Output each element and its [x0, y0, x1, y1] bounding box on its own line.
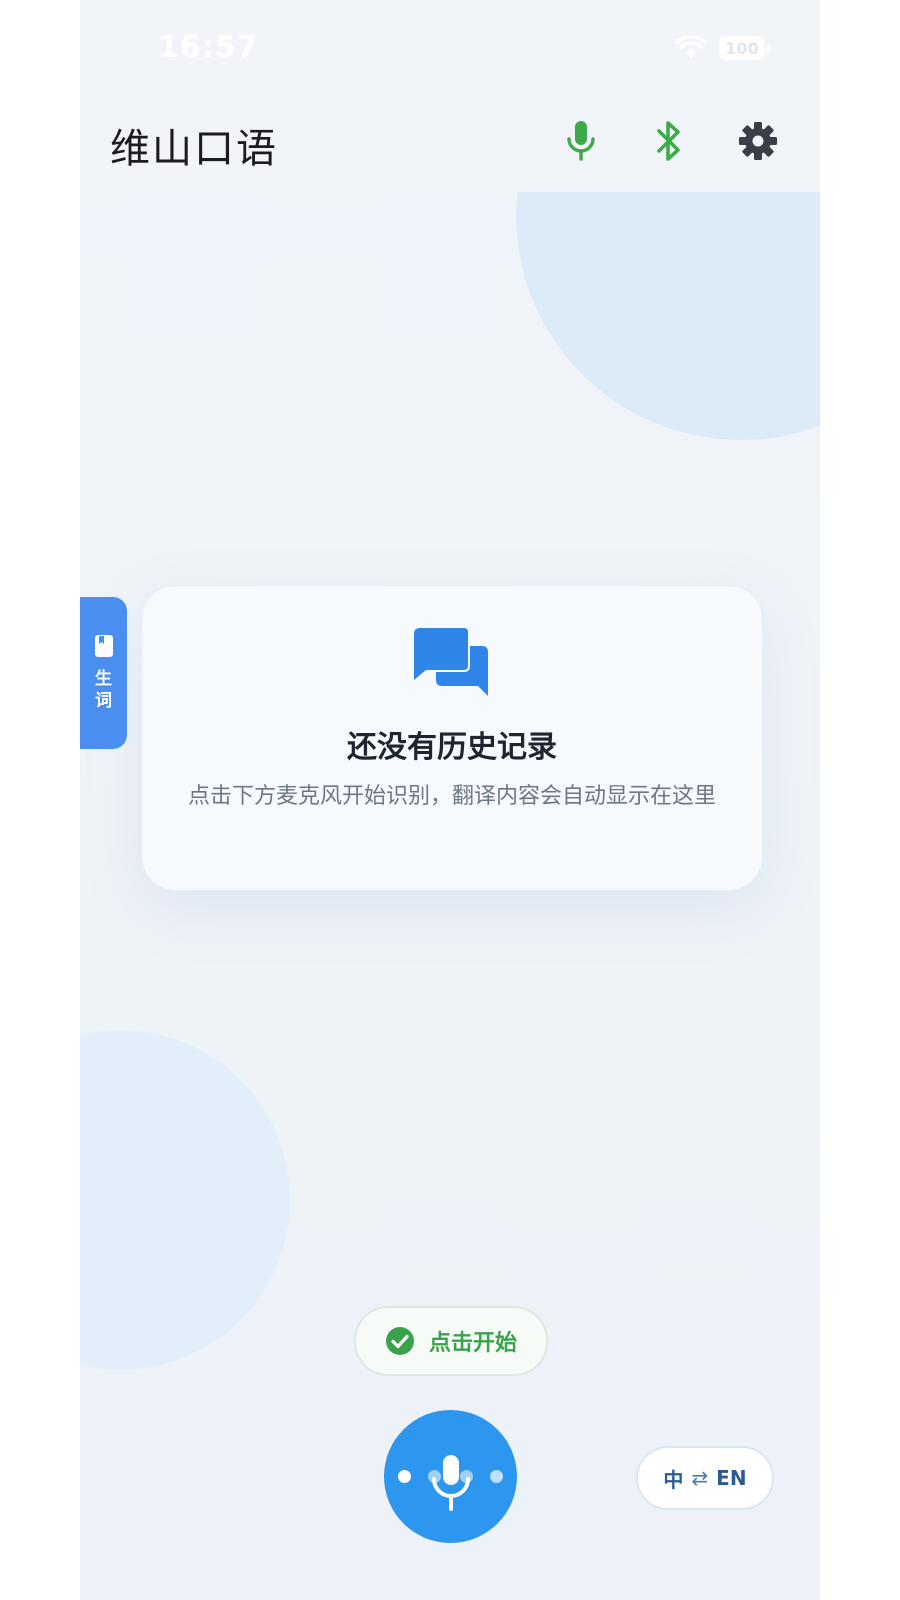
mic-icon [431, 1454, 470, 1511]
bluetooth-icon [657, 121, 680, 161]
vocabulary-tab[interactable]: 生词 [80, 597, 127, 749]
record-mic-button[interactable] [384, 1410, 517, 1543]
audio-dot [398, 1470, 411, 1483]
target-language: EN [716, 1466, 747, 1490]
status-bar: 16:57 100 [80, 0, 820, 96]
app-title: 维山口语 [110, 126, 278, 172]
status-indicators: 100 [675, 36, 770, 60]
language-toggle-button[interactable]: 中 ⇄ EN [636, 1446, 774, 1510]
chat-bubbles-icon [414, 628, 488, 696]
book-icon [94, 635, 113, 657]
battery-icon: 100 [719, 36, 770, 60]
app-screen: 16:57 100 维山口语 生词 还没有历史记录 点击下方麦克风开始识别，翻译… [80, 0, 820, 1600]
audio-dot [490, 1470, 503, 1483]
vocabulary-tab-label: 生词 [95, 669, 112, 711]
status-time: 16:57 [158, 30, 259, 65]
decorative-circle-bottom [80, 1030, 290, 1370]
start-status-pill[interactable]: 点击开始 [354, 1306, 548, 1376]
gear-icon [739, 122, 777, 160]
wifi-icon [675, 36, 707, 60]
battery-level: 100 [719, 36, 765, 60]
check-circle-icon [385, 1327, 414, 1355]
mic-icon [567, 121, 595, 161]
settings-button[interactable] [733, 116, 783, 166]
empty-state-description: 点击下方麦克风开始识别，翻译内容会自动显示在这里 [187, 784, 716, 809]
bluetooth-button[interactable] [644, 116, 694, 166]
app-header: 维山口语 [80, 96, 820, 192]
start-status-label: 点击开始 [428, 1331, 517, 1356]
swap-icon: ⇄ [691, 1466, 709, 1490]
source-language: 中 [663, 1467, 684, 1492]
mic-status-button[interactable] [556, 116, 606, 166]
empty-state-title: 还没有历史记录 [347, 730, 557, 765]
empty-history-card: 还没有历史记录 点击下方麦克风开始识别，翻译内容会自动显示在这里 [141, 585, 763, 891]
